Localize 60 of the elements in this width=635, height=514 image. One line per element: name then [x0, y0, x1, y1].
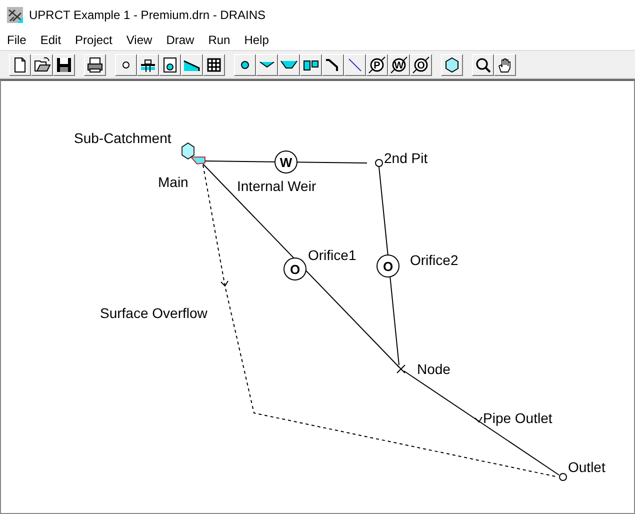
menu-item[interactable]: View	[126, 32, 152, 46]
sag-pit-icon	[161, 56, 179, 74]
tool-letter: O	[417, 60, 425, 71]
symbol-letter: W	[280, 155, 292, 170]
tool-letter: W	[394, 60, 404, 71]
menu-item[interactable]: Draw	[166, 32, 194, 46]
pit-icon	[190, 156, 206, 164]
menu-item[interactable]: File	[7, 32, 26, 46]
link-label: Orifice2	[410, 252, 458, 268]
window-title: UPRCT Example 1 - Premium.drn - DRAINS	[29, 8, 266, 22]
grate-button[interactable]	[137, 54, 159, 76]
menu-item[interactable]: Project	[75, 32, 112, 46]
node-label: Outlet	[568, 459, 606, 475]
node-label: Sub-Catchment	[74, 130, 172, 146]
open-button[interactable]	[31, 54, 53, 76]
open-folder-icon	[33, 56, 51, 74]
outlet-icon	[559, 473, 567, 481]
catchment-button[interactable]	[441, 54, 463, 76]
catchment-icon	[182, 142, 194, 160]
menu-item[interactable]: Help	[244, 32, 269, 46]
letter-tool-button[interactable]: O	[410, 54, 432, 76]
pipe-button[interactable]	[322, 54, 344, 76]
grid-icon	[205, 56, 223, 74]
pit-button[interactable]	[115, 54, 137, 76]
sag-button[interactable]	[159, 54, 181, 76]
print-button[interactable]	[84, 54, 106, 76]
twin-button[interactable]	[300, 54, 322, 76]
save-button[interactable]	[53, 54, 75, 76]
search-icon	[474, 56, 492, 74]
menu-item[interactable]: Edit	[40, 32, 62, 46]
link-label: Internal Weir	[237, 178, 316, 194]
line-icon	[346, 56, 364, 74]
save-icon	[55, 56, 73, 74]
letter-tool-button[interactable]: W	[388, 54, 410, 76]
node-label: Main	[158, 174, 188, 190]
printer-icon	[86, 56, 104, 74]
grid-button[interactable]	[203, 54, 225, 76]
link-label: Surface Overflow	[100, 305, 208, 321]
link-label: Pipe Outlet	[483, 410, 552, 426]
node-icon	[396, 364, 406, 374]
link-label: Orifice1	[308, 247, 356, 263]
hand-button[interactable]	[494, 54, 516, 76]
orifice-symbol	[376, 254, 400, 278]
pit-icon	[375, 159, 383, 167]
orifice-symbol	[284, 258, 306, 280]
menu-item[interactable]: Run	[208, 32, 230, 46]
filled-pit-button[interactable]	[234, 54, 256, 76]
wedge-button[interactable]	[181, 54, 203, 76]
new-button[interactable]	[9, 54, 31, 76]
line-button[interactable]	[344, 54, 366, 76]
zoom-button[interactable]	[472, 54, 494, 76]
node-label: 2nd Pit	[384, 150, 428, 166]
app-icon	[7, 6, 23, 22]
node-label: Node	[417, 361, 450, 377]
symbol-letter: O	[290, 262, 300, 277]
weir-symbol	[274, 150, 298, 174]
tool-letter: P	[374, 60, 380, 71]
hexagon-icon	[443, 56, 461, 74]
letter-tool-button[interactable]: P	[366, 54, 388, 76]
symbol-letter: O	[382, 259, 394, 274]
